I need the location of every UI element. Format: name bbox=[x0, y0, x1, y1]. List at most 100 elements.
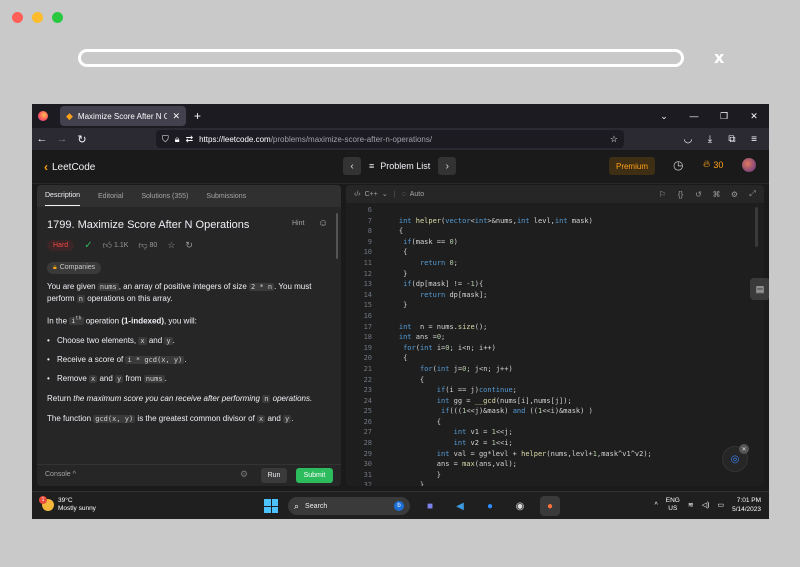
timer-icon[interactable]: ◷ bbox=[673, 158, 683, 172]
download-icon[interactable]: ⤓ bbox=[701, 134, 719, 145]
lock-icon[interactable]: 🔒︎ bbox=[175, 134, 180, 145]
language-indicator[interactable]: ENG US bbox=[666, 497, 680, 513]
avatar[interactable] bbox=[742, 158, 756, 172]
outer-close-button[interactable]: x bbox=[714, 48, 724, 67]
taskbar-search[interactable]: ⌕ Search b bbox=[288, 497, 410, 515]
code-line[interactable]: 19 for(int i=0; i<n; i++) bbox=[346, 343, 764, 354]
weather-widget[interactable]: 1 39°C Mostly sunny bbox=[39, 496, 96, 513]
reset-icon[interactable]: ↺ bbox=[693, 190, 704, 199]
pocket-icon[interactable]: ◡ bbox=[679, 134, 697, 145]
code-lines[interactable]: 6 7 int helper(vector<int>&nums,int levl,… bbox=[346, 205, 764, 486]
teams-icon[interactable]: ■ bbox=[420, 496, 440, 516]
firefox-taskbar-icon[interactable]: ● bbox=[540, 496, 560, 516]
minimize-icon[interactable]: — bbox=[679, 111, 709, 121]
problem-list-button[interactable]: ≡ Problem List bbox=[369, 161, 430, 171]
code-line[interactable]: 11 return 0; bbox=[346, 258, 764, 269]
code-line[interactable]: 26 { bbox=[346, 417, 764, 428]
bug-icon[interactable]: ⚙ bbox=[240, 469, 248, 480]
url-bar[interactable]: ⛉ 🔒︎ ⇄ https://leetcode.com/problems/max… bbox=[156, 130, 624, 148]
code-line[interactable]: 15 } bbox=[346, 300, 764, 311]
firefox-icon[interactable] bbox=[32, 111, 54, 121]
clock[interactable]: 7:01 PM 5/14/2023 bbox=[732, 496, 761, 514]
code-line[interactable]: 28 int v2 = 1<<i; bbox=[346, 438, 764, 449]
language-select[interactable]: ‹/› C++ ⌄ bbox=[354, 190, 388, 199]
maximize-dot[interactable] bbox=[52, 12, 63, 23]
windows-start-icon[interactable] bbox=[264, 499, 278, 513]
dislike-button[interactable]: 👎︎ 80 bbox=[138, 240, 157, 251]
side-panel-button[interactable]: ▤ bbox=[750, 278, 769, 300]
code-line[interactable]: 13 if(dp[mask] != -1){ bbox=[346, 279, 764, 290]
code-line[interactable]: 20 { bbox=[346, 353, 764, 364]
auto-mode[interactable]: ◌ Auto bbox=[402, 191, 425, 198]
code-line[interactable]: 6 bbox=[346, 205, 764, 216]
tab-description[interactable]: Description bbox=[45, 186, 81, 206]
editor-scrollbar[interactable] bbox=[755, 207, 758, 247]
code-line[interactable]: 24 int gg = __gcd(nums[i],nums[j]); bbox=[346, 396, 764, 407]
streak-counter[interactable]: 🔥︎ 30 bbox=[703, 159, 723, 170]
menu-icon[interactable]: ≡ bbox=[745, 134, 763, 145]
shield-icon[interactable]: ⛉ bbox=[162, 134, 169, 145]
back-icon[interactable]: ← bbox=[32, 133, 52, 145]
tab-list-icon[interactable]: ⌄ bbox=[649, 111, 679, 122]
code-line[interactable]: 31 } bbox=[346, 470, 764, 481]
next-problem-button[interactable]: › bbox=[438, 157, 457, 175]
code-line[interactable]: 32 } bbox=[346, 480, 764, 486]
outer-address-bar[interactable] bbox=[78, 49, 684, 67]
leetcode-logo[interactable]: ‹ LeetCode bbox=[44, 160, 95, 174]
code-line[interactable]: 22 { bbox=[346, 375, 764, 386]
code-line[interactable]: 16 bbox=[346, 311, 764, 322]
star-icon[interactable]: ☆ bbox=[167, 240, 175, 251]
wifi-icon[interactable]: ≋ bbox=[688, 501, 694, 509]
battery-icon[interactable]: ▭ bbox=[717, 501, 724, 509]
console-toggle[interactable]: Console ^ bbox=[45, 471, 76, 478]
premium-button[interactable]: Premium bbox=[609, 157, 655, 175]
chat-close-icon[interactable]: ✕ bbox=[739, 444, 749, 454]
code-line[interactable]: 12 } bbox=[346, 269, 764, 280]
description-scrollbar[interactable] bbox=[336, 213, 338, 259]
shortcut-icon[interactable]: ⌘ bbox=[711, 190, 722, 199]
code-line[interactable]: 18 int ans =0; bbox=[346, 332, 764, 343]
companies-tag[interactable]: 🔒︎ Companies bbox=[47, 262, 102, 274]
code-line[interactable]: 14 return dp[mask]; bbox=[346, 290, 764, 301]
code-line[interactable]: 17 int n = nums.size(); bbox=[346, 322, 764, 333]
tab-solutions[interactable]: Solutions (355) bbox=[141, 187, 188, 206]
close-window-icon[interactable]: ✕ bbox=[739, 111, 769, 122]
code-line[interactable]: 25 if(((1<<j)&mask) and ((1<<i)&mask) ) bbox=[346, 406, 764, 417]
feedback-smile-icon[interactable]: ☺ bbox=[318, 218, 328, 229]
code-line[interactable]: 8 { bbox=[346, 226, 764, 237]
submit-button[interactable]: Submit bbox=[296, 468, 333, 483]
hint-button[interactable]: Hint bbox=[292, 220, 304, 227]
new-tab-button[interactable]: + bbox=[194, 109, 201, 123]
url-text[interactable]: https://leetcode.com/problems/maximize-s… bbox=[199, 135, 604, 144]
code-line[interactable]: 21 for(int j=0; j<n; j++) bbox=[346, 364, 764, 375]
tab-submissions[interactable]: Submissions bbox=[206, 187, 246, 206]
code-line[interactable]: 10 { bbox=[346, 247, 764, 258]
code-editor[interactable]: ‹/› C++ ⌄ | ◌ Auto ⚐ {} ↺ ⌘ ⚙ ⤢ 6 7 int help… bbox=[346, 185, 764, 486]
bookmark-star-icon[interactable]: ☆ bbox=[610, 134, 618, 145]
vscode-icon[interactable]: ◀ bbox=[450, 496, 470, 516]
code-line[interactable]: 7 int helper(vector<int>&nums,int levl,i… bbox=[346, 216, 764, 227]
reload-icon[interactable]: ↻ bbox=[72, 133, 92, 146]
code-line[interactable]: 27 int v1 = 1<<j; bbox=[346, 427, 764, 438]
close-dot[interactable] bbox=[12, 12, 23, 23]
volume-icon[interactable]: ◁) bbox=[702, 501, 710, 509]
github-desktop-icon[interactable]: ◉ bbox=[510, 496, 530, 516]
bookmark-icon[interactable]: ⚐ bbox=[657, 190, 668, 199]
like-button[interactable]: 👍︎ 1.1K bbox=[103, 240, 129, 251]
forward-icon[interactable]: → bbox=[52, 133, 72, 145]
extensions-icon[interactable]: ⧉ bbox=[723, 134, 741, 145]
code-line[interactable]: 29 int val = gg*levl + helper(nums,levl+… bbox=[346, 449, 764, 460]
code-line[interactable]: 23 if(i == j)continue; bbox=[346, 385, 764, 396]
tab-editorial[interactable]: Editorial bbox=[98, 187, 123, 206]
minimize-dot[interactable] bbox=[32, 12, 43, 23]
restore-icon[interactable]: ❐ bbox=[709, 111, 739, 122]
braces-icon[interactable]: {} bbox=[675, 190, 686, 199]
code-line[interactable]: 30 ans = max(ans,val); bbox=[346, 459, 764, 470]
chevron-up-icon[interactable]: ^ bbox=[654, 502, 657, 509]
browser-tab[interactable]: ◆ Maximize Score After N Operat ✕ bbox=[60, 106, 186, 126]
permissions-icon[interactable]: ⇄ bbox=[186, 134, 194, 145]
settings-icon[interactable]: ⚙ bbox=[729, 190, 740, 199]
run-button[interactable]: Run bbox=[261, 468, 287, 483]
tab-close-icon[interactable]: ✕ bbox=[172, 111, 180, 122]
expand-icon[interactable]: ⤢ bbox=[747, 189, 758, 199]
